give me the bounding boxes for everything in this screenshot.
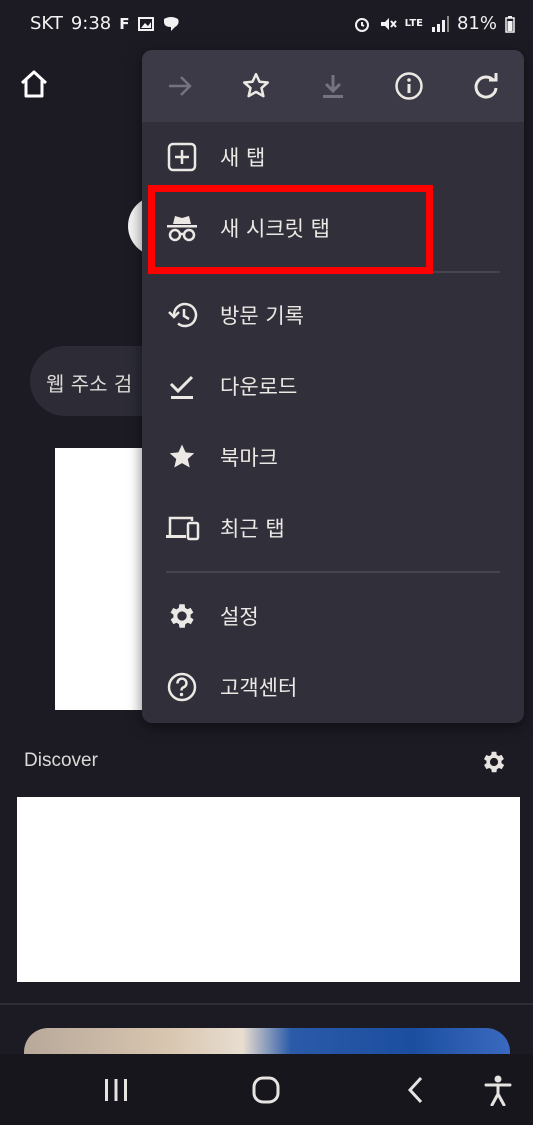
menu-divider xyxy=(166,571,500,573)
menu-item-label: 새 탭 xyxy=(220,146,266,170)
help-icon xyxy=(164,669,200,705)
menu-item-downloads[interactable]: 다운로드 xyxy=(142,351,524,421)
refresh-icon[interactable] xyxy=(466,66,506,106)
discover-heading: Discover xyxy=(24,750,98,771)
discover-card[interactable] xyxy=(17,797,520,982)
menu-item-recent-tabs[interactable]: 최근 탭 xyxy=(142,493,524,563)
mute-icon xyxy=(380,17,397,30)
menu-item-label: 고객센터 xyxy=(220,676,298,700)
back-nav-icon[interactable] xyxy=(396,1070,436,1110)
menu-item-new-tab[interactable]: 새 탭 xyxy=(142,122,524,192)
status-left: SKT 9:38 F xyxy=(30,13,180,34)
carrier-label: SKT xyxy=(30,13,63,34)
highlight-annotation xyxy=(148,185,433,274)
facebook-notification-icon: F xyxy=(119,14,130,33)
discover-settings-gear-icon[interactable] xyxy=(480,748,508,776)
forward-icon[interactable] xyxy=(160,66,200,106)
new-tab-icon xyxy=(164,139,200,175)
chat-notification-icon xyxy=(163,16,179,31)
home-nav-icon[interactable] xyxy=(246,1070,286,1110)
menu-item-help[interactable]: 고객센터 xyxy=(142,652,524,722)
signal-icon xyxy=(431,15,449,32)
battery-percent: 81% xyxy=(456,13,497,34)
search-placeholder: 웹 주소 검 xyxy=(46,372,133,396)
history-icon xyxy=(164,297,200,333)
menu-item-bookmarks[interactable]: 북마크 xyxy=(142,422,524,492)
menu-item-label: 북마크 xyxy=(220,446,278,470)
bookmark-star-icon[interactable] xyxy=(236,66,276,106)
home-icon[interactable] xyxy=(16,66,52,102)
network-type: LTE xyxy=(404,17,423,29)
overflow-menu: 새 탭 새 시크릿 탭 방문 기록 다운로드 북마크 최근 탭 설정 고객센터 xyxy=(142,50,524,723)
shortcut-tile[interactable] xyxy=(55,448,145,710)
menu-item-label: 최근 탭 xyxy=(220,517,285,541)
info-icon[interactable] xyxy=(389,66,429,106)
menu-item-label: 다운로드 xyxy=(220,375,298,399)
menu-item-settings[interactable]: 설정 xyxy=(142,581,524,651)
downloads-icon xyxy=(164,368,200,404)
download-icon[interactable] xyxy=(313,66,353,106)
status-right: LTE 81% xyxy=(353,13,515,34)
gallery-notification-icon xyxy=(137,16,154,31)
menu-toolbar xyxy=(142,50,524,122)
accessibility-icon[interactable] xyxy=(478,1070,518,1110)
settings-icon xyxy=(164,598,200,634)
recent-tabs-icon xyxy=(164,510,200,546)
bookmarks-icon xyxy=(164,439,200,475)
menu-item-history[interactable]: 방문 기록 xyxy=(142,280,524,350)
battery-icon xyxy=(505,15,515,33)
menu-item-label: 방문 기록 xyxy=(220,304,304,328)
alarm-icon xyxy=(354,17,369,32)
feed-divider xyxy=(0,1003,533,1005)
recent-apps-icon[interactable] xyxy=(96,1070,136,1110)
menu-item-label: 설정 xyxy=(220,605,259,629)
clock: 9:38 xyxy=(70,13,112,34)
